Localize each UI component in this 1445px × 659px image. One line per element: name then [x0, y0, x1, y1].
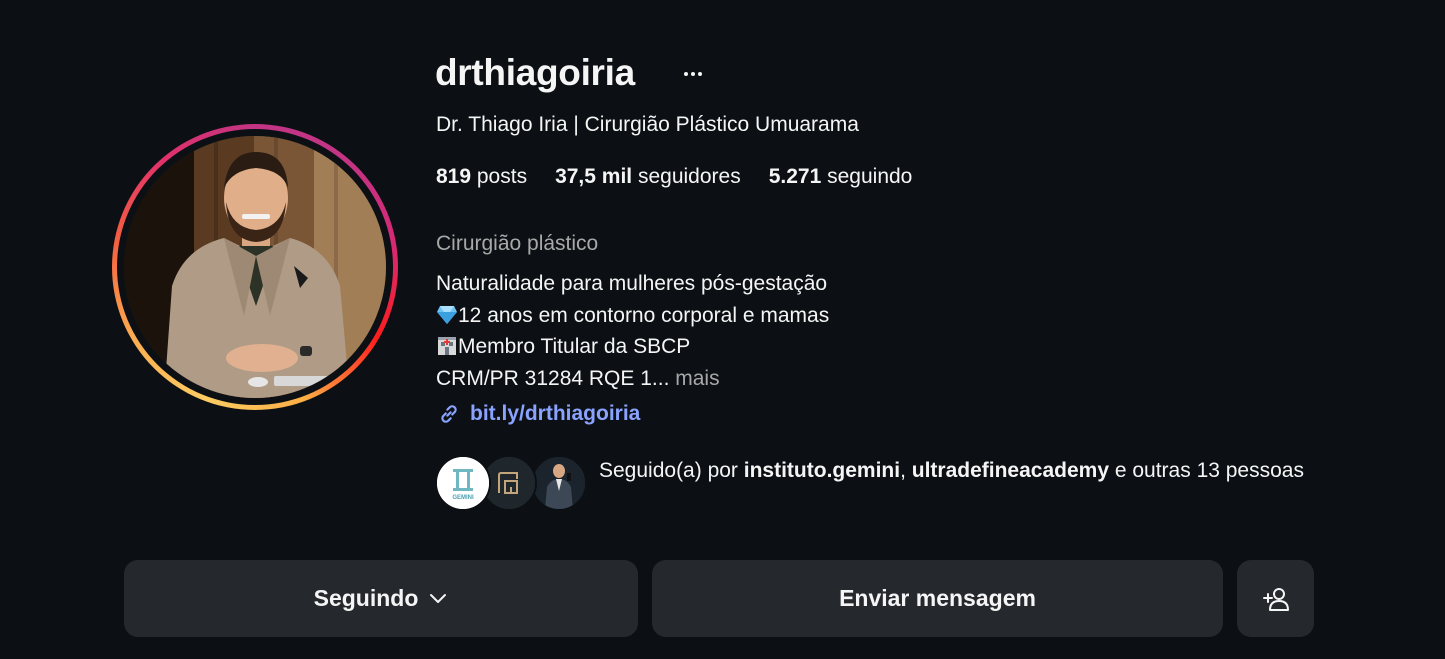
followed-by-section[interactable]: GEMINI Seguido(a) por instituto.gemini, … [435, 455, 1319, 511]
bio-line-2-text: 12 anos em contorno corporal e mamas [458, 303, 830, 327]
profile-stats: 819 posts 37,5 mil seguidores 5.271 segu… [436, 165, 912, 189]
profile-external-link[interactable]: bit.ly/drthiagoiria [436, 401, 640, 427]
follower-avatar-instituto-gemini[interactable]: GEMINI [435, 455, 491, 511]
bio-line-2: 12 anos em contorno corporal e mamas [436, 300, 829, 332]
profile-link-text: bit.ly/drthiagoiria [470, 402, 641, 425]
posts-count-label: posts [471, 165, 528, 188]
suggested-accounts-button[interactable] [1237, 560, 1314, 637]
gem-emoji-icon [437, 305, 457, 324]
bio-line-1: Naturalidade para mulheres pós-gestação [436, 272, 828, 295]
bio-more-link[interactable]: mais [669, 367, 719, 390]
add-person-icon [1262, 587, 1289, 611]
posts-count-value: 819 [436, 165, 472, 188]
profile-photo-illustration [124, 136, 386, 398]
more-horizontal-icon [684, 72, 702, 76]
followed-by-user-2[interactable]: ultradefineacademy [912, 459, 1109, 482]
profile-username: drthiagoiria [435, 52, 635, 93]
followed-by-avatars: GEMINI [435, 455, 587, 511]
posts-count: 819 posts [436, 165, 527, 189]
profile-avatar-story-ring[interactable] [112, 124, 398, 410]
send-message-button-label: Enviar mensagem [839, 585, 1036, 611]
followed-by-text: Seguido(a) por instituto.gemini, ultrade… [599, 455, 1319, 487]
profile-category: Cirurgião plástico [436, 232, 599, 255]
more-options-button[interactable] [680, 58, 706, 90]
link-icon [441, 405, 457, 423]
following-count[interactable]: 5.271 seguindo [769, 165, 913, 189]
followers-count-value: 37,5 mil [555, 165, 633, 188]
following-count-value: 5.271 [768, 165, 822, 188]
followed-by-separator: , [900, 459, 912, 482]
followed-by-prefix: Seguido(a) por [599, 459, 744, 482]
follower-avatar-other[interactable] [531, 455, 587, 511]
profile-page: drthiagoiria Dr. Thiago Iria | Cirurgião… [0, 0, 1445, 659]
send-message-button[interactable]: Enviar mensagem [652, 560, 1223, 637]
profile-full-name: Dr. Thiago Iria | Cirurgião Plástico Umu… [436, 113, 859, 136]
instituto-gemini-logo: GEMINI [437, 457, 489, 509]
following-button-label: Seguindo [313, 585, 419, 611]
person-photo-illustration [533, 457, 585, 509]
bio-line-3-text: Membro Titular da SBCP [458, 335, 691, 358]
followers-count[interactable]: 37,5 mil seguidores [555, 165, 741, 189]
following-button[interactable]: Seguindo [124, 560, 638, 637]
avatar-gap [117, 129, 393, 405]
profile-avatar [124, 136, 386, 398]
hospital-emoji-icon [438, 337, 456, 355]
bio-line-4-text: CRM/PR 31284 RQE 1... [436, 366, 670, 390]
followed-by-user-1[interactable]: instituto.gemini [744, 459, 900, 482]
bio-line-3: Membro Titular da SBCP [436, 331, 829, 363]
profile-bio: Naturalidade para mulheres pós-gestação … [436, 268, 829, 394]
followers-count-label: seguidores [632, 165, 741, 188]
followed-by-suffix: e outras 13 pessoas [1109, 459, 1304, 482]
bio-line-4: CRM/PR 31284 RQE 1... mais [436, 363, 829, 395]
chevron-down-icon [430, 593, 447, 603]
mini-avatar-1-text: GEMINI [452, 495, 474, 501]
following-count-label: seguindo [821, 165, 913, 188]
